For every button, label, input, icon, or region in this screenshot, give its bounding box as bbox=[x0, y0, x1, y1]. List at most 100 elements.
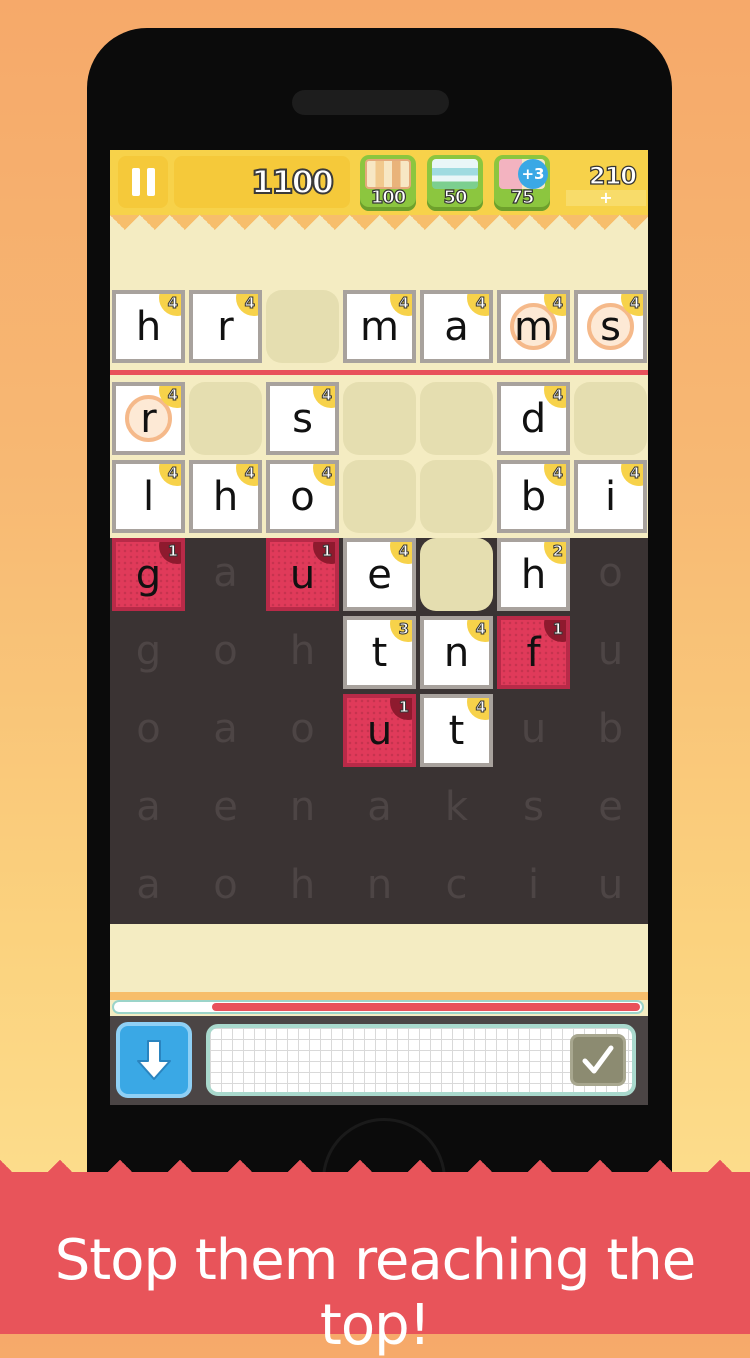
incoming-letter: k bbox=[444, 784, 469, 830]
coins-display: 210 + bbox=[566, 156, 646, 208]
word-input-field[interactable] bbox=[206, 1024, 636, 1096]
tile-letter: a bbox=[444, 304, 469, 350]
tile-letter: h bbox=[212, 474, 239, 520]
score-display: 1100 bbox=[174, 156, 350, 208]
incoming-letter: n bbox=[289, 784, 316, 830]
danger-line bbox=[110, 370, 648, 375]
submit-word-button[interactable] bbox=[570, 1034, 626, 1086]
tile-letter: o bbox=[290, 474, 315, 520]
clear-row-icon bbox=[432, 159, 478, 189]
pause-icon bbox=[131, 168, 140, 196]
tile-letter: r bbox=[140, 396, 157, 442]
letter-tile[interactable]: 2h bbox=[497, 538, 570, 611]
controls-panel bbox=[110, 1016, 648, 1105]
add-time-badge: +3 bbox=[518, 159, 548, 189]
letter-tile[interactable]: 4m bbox=[497, 290, 570, 363]
letter-tile[interactable]: 4o bbox=[266, 460, 339, 533]
empty-slot bbox=[343, 382, 416, 455]
tile-letter: h bbox=[135, 304, 162, 350]
empty-slot bbox=[343, 460, 416, 533]
incoming-letter: b bbox=[597, 706, 624, 752]
shuffle-tiles-icon bbox=[365, 159, 411, 189]
tile-letter: m bbox=[514, 304, 553, 350]
empty-slot bbox=[189, 382, 262, 455]
letter-tile[interactable]: 4e bbox=[343, 538, 416, 611]
incoming-letter: e bbox=[598, 784, 623, 830]
letter-tile[interactable]: 4l bbox=[112, 460, 185, 533]
incoming-letter: h bbox=[289, 862, 316, 908]
letter-tile[interactable]: 4s bbox=[574, 290, 647, 363]
letter-tile[interactable]: 4b bbox=[497, 460, 570, 533]
powerup-cost: 100 bbox=[370, 186, 407, 208]
tile-letter: m bbox=[360, 304, 399, 350]
incoming-letter: i bbox=[527, 862, 540, 908]
incoming-letter: o bbox=[213, 628, 238, 674]
letter-tile[interactable]: 4n bbox=[420, 616, 493, 689]
bottom-band bbox=[110, 992, 648, 1000]
letter-tile[interactable]: 1u bbox=[343, 694, 416, 767]
letter-tile[interactable]: 4i bbox=[574, 460, 647, 533]
letter-tile[interactable]: 4s bbox=[266, 382, 339, 455]
tile-letter: f bbox=[526, 630, 541, 676]
pause-button[interactable] bbox=[118, 156, 168, 208]
phone-speaker bbox=[292, 90, 449, 115]
incoming-letter: o bbox=[213, 862, 238, 908]
letter-tile[interactable]: 4h bbox=[189, 460, 262, 533]
incoming-letter: o bbox=[136, 706, 161, 752]
powerup-cost: 75 bbox=[510, 186, 535, 208]
incoming-letter: h bbox=[289, 628, 316, 674]
letter-tile[interactable]: 4m bbox=[343, 290, 416, 363]
pause-icon bbox=[146, 168, 155, 196]
empty-slot bbox=[420, 460, 493, 533]
incoming-letter: o bbox=[290, 706, 315, 752]
incoming-letter: c bbox=[445, 862, 468, 908]
tile-letter: n bbox=[443, 630, 470, 676]
tile-letter: h bbox=[520, 552, 547, 598]
powerup-clear-row-button[interactable]: 50 bbox=[427, 155, 483, 211]
add-coins-button[interactable]: + bbox=[566, 190, 646, 206]
tile-letter: s bbox=[600, 304, 621, 350]
tile-letter: t bbox=[448, 708, 465, 754]
checkmark-icon bbox=[582, 1045, 614, 1074]
letter-tile[interactable]: 4r bbox=[189, 290, 262, 363]
powerup-add-time-button[interactable]: +3 75 bbox=[494, 155, 550, 211]
empty-slot bbox=[574, 382, 647, 455]
incoming-letter: o bbox=[598, 550, 623, 596]
letter-tile[interactable]: 4t bbox=[420, 694, 493, 767]
letter-tile[interactable]: 1f bbox=[497, 616, 570, 689]
incoming-letter: a bbox=[213, 706, 238, 752]
empty-slot bbox=[266, 290, 339, 363]
tile-letter: l bbox=[142, 474, 155, 520]
letter-tile[interactable]: 4h bbox=[112, 290, 185, 363]
tile-letter: s bbox=[292, 396, 313, 442]
incoming-letter: e bbox=[213, 784, 238, 830]
tile-letter: g bbox=[135, 552, 162, 598]
letter-tile[interactable]: 1u bbox=[266, 538, 339, 611]
empty-slot bbox=[420, 538, 493, 611]
timer-bar bbox=[112, 1000, 644, 1014]
drop-row-button[interactable] bbox=[116, 1022, 192, 1098]
incoming-letter: u bbox=[597, 628, 624, 674]
game-screen: 1100 100 50 +3 75 210 + aogohuoaoubaenak… bbox=[110, 150, 648, 1105]
incoming-letter: a bbox=[136, 784, 161, 830]
tile-letter: u bbox=[366, 708, 393, 754]
tile-letter: i bbox=[604, 474, 617, 520]
tile-letter: u bbox=[289, 552, 316, 598]
tile-letter: b bbox=[520, 474, 547, 520]
empty-slot bbox=[420, 382, 493, 455]
powerup-shuffle-button[interactable]: 100 bbox=[360, 155, 416, 211]
incoming-letter: a bbox=[213, 550, 238, 596]
letter-tile[interactable]: 3t bbox=[343, 616, 416, 689]
letter-tile[interactable]: 1g bbox=[112, 538, 185, 611]
timer-bar-fill bbox=[212, 1003, 640, 1011]
tile-letter: e bbox=[367, 552, 392, 598]
letter-tile[interactable]: 4a bbox=[420, 290, 493, 363]
incoming-letter: g bbox=[135, 628, 162, 674]
letter-tile[interactable]: 4d bbox=[497, 382, 570, 455]
incoming-letter: a bbox=[367, 784, 392, 830]
incoming-letter: u bbox=[597, 862, 624, 908]
incoming-letter: s bbox=[523, 784, 544, 830]
top-zigzag-border bbox=[110, 215, 648, 245]
letter-tile[interactable]: 4r bbox=[112, 382, 185, 455]
arrow-down-icon bbox=[137, 1040, 171, 1080]
